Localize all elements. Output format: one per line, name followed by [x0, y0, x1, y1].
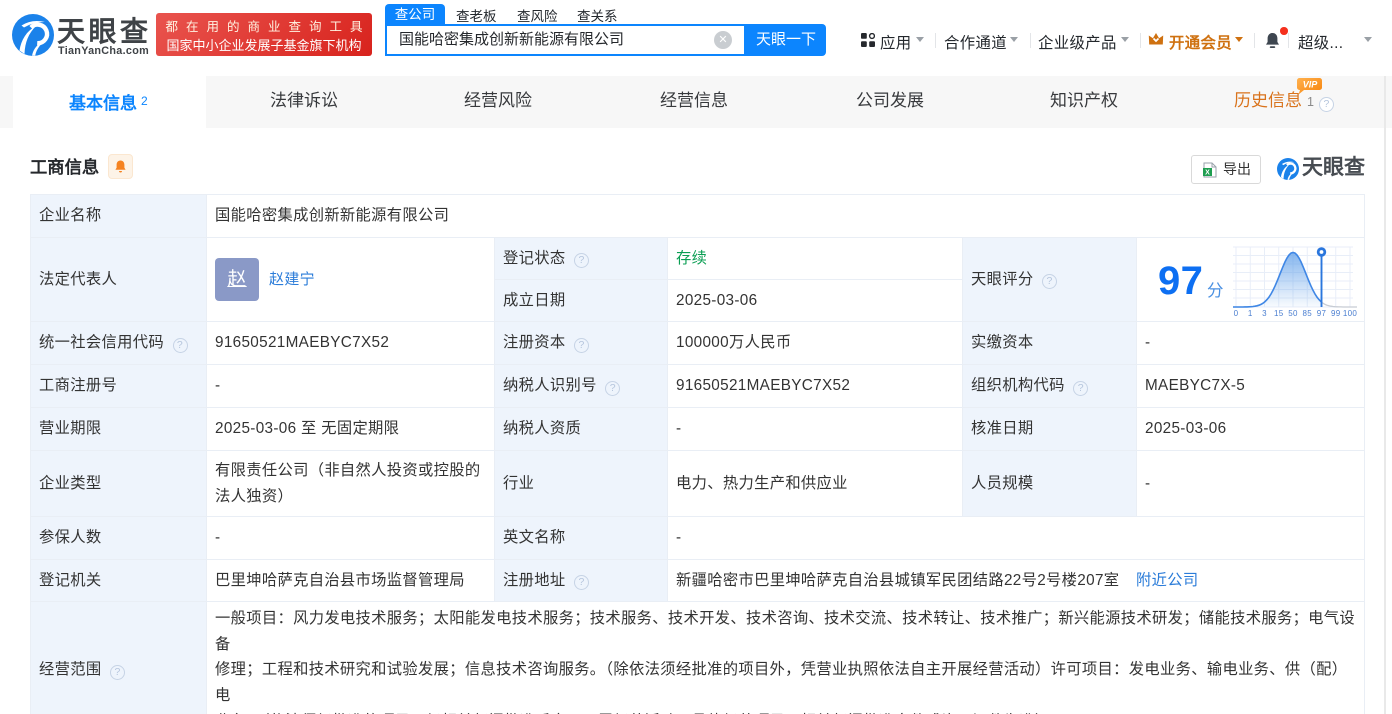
svg-text:50: 50: [1288, 309, 1298, 318]
svg-text:85: 85: [1302, 309, 1312, 318]
svg-text:VIP: VIP: [1303, 80, 1319, 90]
svg-text:0: 0: [1234, 309, 1239, 318]
svg-text:X: X: [1205, 170, 1210, 177]
svg-text:3: 3: [1262, 309, 1267, 318]
svg-text:97: 97: [1317, 309, 1327, 318]
svg-text:100: 100: [1343, 309, 1358, 318]
svg-text:15: 15: [1274, 309, 1284, 318]
svg-text:1: 1: [1248, 309, 1253, 318]
svg-text:99: 99: [1331, 309, 1341, 318]
